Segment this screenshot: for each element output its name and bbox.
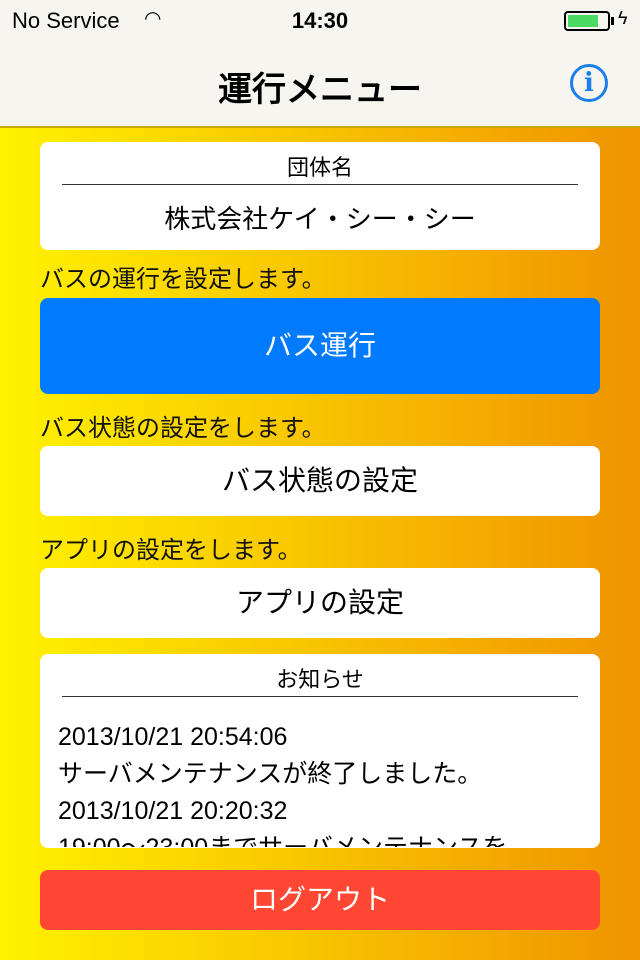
- notice-text: 19:00〜23:00までサーバメンテナンスを: [58, 830, 582, 847]
- status-bar: No Service ◠ 14:30 ϟ: [0, 0, 640, 40]
- bus-operation-button[interactable]: バス運行: [40, 298, 600, 394]
- page-title: 運行メニュー: [218, 70, 422, 110]
- charging-icon: ϟ: [618, 8, 628, 28]
- organization-card: 団体名 株式会社ケイ・シー・シー: [40, 142, 600, 250]
- organization-header: 団体名: [62, 142, 578, 185]
- organization-name: 株式会社ケイ・シー・シー: [164, 205, 476, 235]
- clock: 14:30: [291, 8, 349, 33]
- app-settings-description: アプリの設定をします。: [40, 536, 302, 564]
- app-settings-button[interactable]: アプリの設定: [40, 568, 600, 638]
- battery-icon: [564, 11, 610, 31]
- notices-card[interactable]: お知らせ 2013/10/21 20:54:06 サーバメンテナンスが終了しまし…: [40, 654, 600, 848]
- bus-status-description: バス状態の設定をします。: [40, 414, 326, 442]
- notice-date: 2013/10/21 20:54:06: [58, 723, 288, 751]
- notices-header: お知らせ: [62, 654, 578, 697]
- notice-date: 2013/10/21 20:20:32: [58, 797, 288, 825]
- notice-text: サーバメンテナンスが終了しました。: [58, 760, 483, 788]
- info-icon[interactable]: i: [570, 64, 608, 102]
- navigation-bar: 運行メニュー i: [0, 40, 640, 128]
- logout-button[interactable]: ログアウト: [40, 870, 600, 930]
- bus-operation-description: バスの運行を設定します。: [40, 265, 326, 293]
- notices-list[interactable]: 2013/10/21 20:54:06 サーバメンテナンスが終了しました。 20…: [40, 719, 600, 847]
- bus-status-button[interactable]: バス状態の設定: [40, 446, 600, 516]
